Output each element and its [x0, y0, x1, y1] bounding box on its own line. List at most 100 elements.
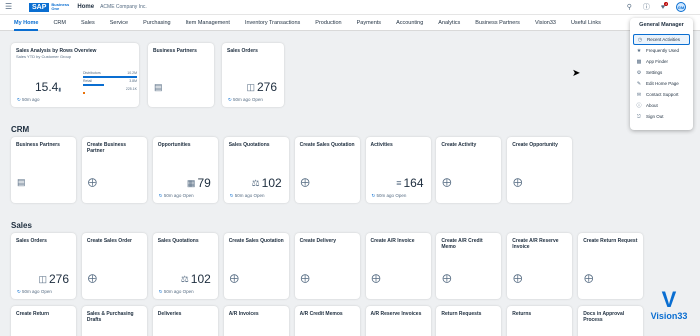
- tile-create-sales-quotation[interactable]: Create Sales Quotation ⨁: [223, 233, 289, 299]
- help-icon[interactable]: ⓘ: [643, 2, 650, 12]
- menu-item-label: App Finder: [646, 59, 669, 64]
- frequent-icon: ★: [636, 47, 642, 54]
- tile-kpi: ⚖ 102: [252, 176, 282, 190]
- create-document-icon: ⨁: [513, 177, 523, 187]
- tile-business-partners[interactable]: Business Partners ▤: [148, 43, 214, 107]
- sign-out-icon: ⎋: [637, 113, 641, 120]
- tile-sales-purchasing-drafts[interactable]: Sales & Purchasing Drafts: [81, 306, 147, 336]
- tile-sales-orders[interactable]: Sales Orders ◫ 276 ↻ 50m ago Open: [11, 233, 76, 299]
- menu-item-edit-home-page[interactable]: ✎ Edit Home Page: [633, 78, 690, 89]
- tile-docs-in-approval-process[interactable]: Docs in Approval Process: [578, 306, 644, 336]
- menu-item-recent-activities[interactable]: ◷ Recent Activities: [633, 34, 690, 45]
- tile-opportunities[interactable]: Opportunities ▦ 79 ↻ 50m ago Open: [152, 137, 218, 203]
- tile-create-activity[interactable]: Create Activity ⨁: [436, 137, 502, 203]
- sap-logo[interactable]: SAP Business One: [29, 2, 69, 12]
- menu-item-about[interactable]: ⓘ About: [633, 100, 690, 111]
- tile-time: 50m ago: [22, 97, 40, 102]
- section-title-crm: CRM: [11, 125, 30, 134]
- tile-create-a-r-credit-memo[interactable]: Create A/R Credit Memo ⨁: [436, 233, 502, 299]
- kpi-value: 15.4: [35, 80, 59, 94]
- support-icon: ✉: [636, 91, 642, 98]
- menu-item-sign-out[interactable]: ⎋ Sign Out: [633, 111, 690, 122]
- tile-create-sales-order[interactable]: Create Sales Order ⨁: [81, 233, 147, 299]
- bar-fill: [83, 76, 137, 78]
- tab-payments[interactable]: Payments: [357, 15, 381, 31]
- menu-item-settings[interactable]: ⚙ Settings: [633, 67, 690, 78]
- tile-title: Create Opportunity: [512, 142, 558, 148]
- create-document-icon: ⨁: [442, 177, 452, 187]
- brand-text: Vision33: [650, 311, 688, 321]
- bar-row: 225.1K: [83, 87, 137, 94]
- tab-sales[interactable]: Sales: [81, 15, 95, 31]
- tile-title: Create Sales Quotation: [228, 238, 284, 244]
- company-name: ACME Company Inc.: [100, 4, 147, 10]
- tile-title: Create Sales Order: [86, 238, 132, 244]
- refresh-icon: ↻: [17, 97, 21, 102]
- bar-row: Distributors 10.2M: [83, 71, 137, 78]
- home-title[interactable]: Home: [77, 4, 94, 10]
- tab-purchasing[interactable]: Purchasing: [143, 15, 171, 31]
- tile-activities[interactable]: Activities ≡ 164 ↻ 50m ago Open: [365, 137, 431, 203]
- tile-title: Create Delivery: [299, 238, 337, 244]
- hamburger-menu-icon[interactable]: ☰: [5, 3, 15, 11]
- tile-status: Open: [182, 193, 194, 198]
- bell-icon[interactable]: ♥ 2: [661, 1, 668, 11]
- tile-deliveries[interactable]: Deliveries: [152, 306, 218, 336]
- tile-title: A/R Reserve Invoices: [370, 311, 422, 317]
- tile-create-a-r-invoice[interactable]: Create A/R Invoice ⨁: [365, 233, 431, 299]
- kpi_q-icon: ⚖: [180, 273, 189, 284]
- tile-create-sales-quotation[interactable]: Create Sales Quotation ⨁: [294, 137, 360, 203]
- tab-vision33[interactable]: Vision33: [535, 15, 556, 31]
- tab-accounting[interactable]: Accounting: [396, 15, 423, 31]
- tile-footer: ↻ 50m ago Open: [228, 97, 263, 103]
- tile-title: Sales & Purchasing Drafts: [86, 311, 134, 323]
- tile-create-delivery[interactable]: Create Delivery ⨁: [294, 233, 360, 299]
- bar-label: Distributors: [83, 71, 101, 75]
- tab-useful-links[interactable]: Useful Links: [571, 15, 601, 31]
- tab-analytics[interactable]: Analytics: [438, 15, 460, 31]
- kpi-value: 276: [256, 80, 277, 94]
- tab-business-partners[interactable]: Business Partners: [475, 15, 520, 31]
- menu-item-app-finder[interactable]: ▩ App Finder: [633, 56, 690, 67]
- tab-service[interactable]: Service: [110, 15, 128, 31]
- tile-create-business-partner[interactable]: Create Business Partner ⨁: [81, 137, 147, 203]
- tile-footer: ↻ 50m ago Open: [372, 193, 407, 199]
- avatar[interactable]: GM: [676, 2, 686, 12]
- tile-create-a-r-reserve-invoice[interactable]: Create A/R Reserve Invoice ⨁: [507, 233, 573, 299]
- tile-create-return-request[interactable]: Create Return Request ⨁: [578, 233, 644, 299]
- tile-create-return[interactable]: Create Return: [11, 306, 76, 336]
- menu-item-contact-support[interactable]: ✉ Contact Support: [633, 89, 690, 100]
- tile-return-requests[interactable]: Return Requests: [436, 306, 502, 336]
- create-document-icon: ⨁: [87, 177, 97, 187]
- tab-inventory-transactions[interactable]: Inventory Transactions: [245, 15, 300, 31]
- tile-sales-orders[interactable]: Sales Orders ◫ 276 ↻ 50m ago Open: [222, 43, 284, 107]
- tile-create-opportunity[interactable]: Create Opportunity ⨁: [507, 137, 573, 203]
- section-title-sales: Sales: [11, 221, 32, 230]
- tile-a-r-invoices[interactable]: A/R Invoices: [223, 306, 289, 336]
- tab-my-home[interactable]: My Home: [14, 15, 39, 31]
- tab-crm[interactable]: CRM: [53, 15, 66, 31]
- kpi-value: 102: [261, 176, 282, 190]
- tile-returns[interactable]: Returns: [507, 306, 573, 336]
- tab-item-management[interactable]: Item Management: [186, 15, 230, 31]
- tile-time: 50m ago: [233, 97, 251, 102]
- bar-value: 10.2M: [127, 71, 137, 75]
- create-document-icon: ⨁: [442, 273, 452, 283]
- tile-title: A/R Invoices: [228, 311, 259, 317]
- search-icon[interactable]: ⚲: [627, 3, 632, 11]
- edit-icon: ✎: [636, 80, 642, 87]
- create-document-icon: ⨁: [371, 273, 381, 283]
- tile-a-r-credit-memos[interactable]: A/R Credit Memos: [294, 306, 360, 336]
- tile-status: Open: [395, 193, 407, 198]
- kpi-value: 276: [48, 272, 69, 286]
- tile-sales-analysis[interactable]: Sales Analysis by Rows Overview Sales YT…: [11, 43, 139, 107]
- menu-item-frequently-used[interactable]: ★ Frequently Used: [633, 45, 690, 56]
- tile-sales-quotations[interactable]: Sales Quotations ⚖ 102 ↻ 50m ago Open: [223, 137, 289, 203]
- tile-business-partners[interactable]: Business Partners ▤: [11, 137, 76, 203]
- tab-production[interactable]: Production: [315, 15, 341, 31]
- tile-kpi: ◫ 276: [38, 272, 69, 286]
- tile-sales-quotations[interactable]: Sales Quotations ⚖ 102 ↻ 50m ago Open: [152, 233, 218, 299]
- tile-status: Open: [40, 289, 52, 294]
- tile-a-r-reserve-invoices[interactable]: A/R Reserve Invoices: [365, 306, 431, 336]
- tile-kpi: 15.4▮: [35, 80, 61, 94]
